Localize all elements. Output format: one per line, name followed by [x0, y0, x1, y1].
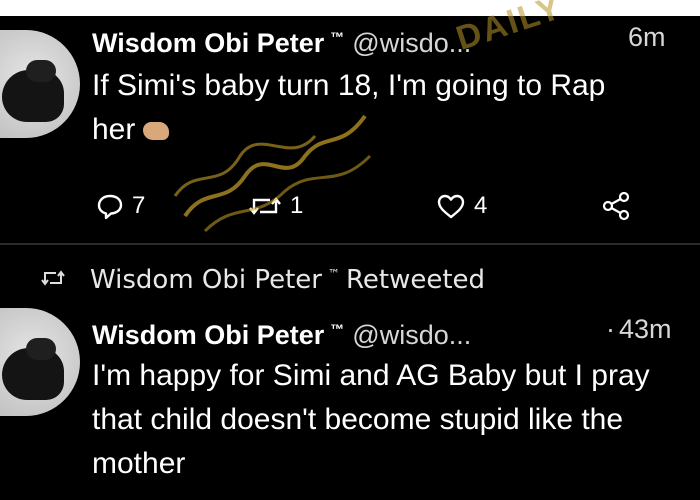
retweeted-suffix: Retweeted	[346, 265, 486, 295]
retweet-indicator: Wisdom Obi Peter ™ Retweeted	[40, 264, 485, 296]
author-name[interactable]: Wisdom Obi Peter	[92, 320, 324, 350]
avatar[interactable]	[0, 30, 80, 138]
reply-count: 7	[132, 192, 146, 219]
tweet-text: If Simi's baby turn 18, I'm going to Rap…	[92, 64, 700, 152]
tweet-card[interactable]: Wisdom Obi Peter ™ Retweeted Wisdom Obi Pe…	[0, 246, 700, 500]
top-white-strip	[0, 0, 700, 16]
author-name[interactable]: Wisdom Obi Peter	[92, 28, 324, 58]
tweet-text-line: If Simi's baby turn 18, I'm going to Rap	[92, 69, 606, 102]
reply-icon	[96, 192, 124, 220]
retweet-icon	[248, 192, 282, 220]
tweet-actions: 7 1 4	[0, 186, 700, 226]
retweet-indicator-icon	[40, 268, 66, 293]
reply-button[interactable]: 7	[96, 186, 145, 226]
retweet-button[interactable]: 1	[248, 186, 303, 226]
tweet-divider	[0, 243, 700, 245]
tweet-time[interactable]: 6m	[628, 20, 666, 54]
share-icon	[600, 190, 632, 222]
folded-hands-emoji	[143, 122, 170, 141]
trademark-badge: ™	[330, 321, 345, 337]
trademark-badge: ™	[328, 267, 340, 282]
tweet-card[interactable]: Wisdom Obi Peter ™ @wisdo... 6m If Simi's …	[0, 16, 700, 244]
like-button[interactable]: 4	[436, 186, 487, 226]
tweet-time[interactable]: · 43m	[606, 312, 672, 346]
like-icon	[436, 192, 466, 220]
retweeted-by-label[interactable]: Wisdom Obi Peter ™ Retweeted	[90, 265, 485, 295]
avatar[interactable]	[0, 308, 80, 416]
tweet-text-line: her	[92, 113, 136, 146]
retweeted-by-name[interactable]: Wisdom Obi Peter	[90, 265, 322, 295]
author-handle[interactable]: @wisdo...	[352, 320, 471, 350]
author-handle[interactable]: @wisdo...	[352, 28, 471, 58]
time-separator: ·	[606, 314, 615, 344]
tweet-header: Wisdom Obi Peter ™ @wisdo...	[92, 20, 471, 60]
like-count: 4	[474, 192, 488, 219]
tweet-time-value[interactable]: 43m	[619, 314, 672, 344]
share-button[interactable]	[600, 186, 632, 226]
retweet-count: 1	[290, 192, 304, 219]
tweet-text: I'm happy for Simi and AG Baby but I pra…	[92, 359, 650, 480]
trademark-badge: ™	[330, 29, 345, 45]
tweet-header: Wisdom Obi Peter ™ @wisdo...	[92, 312, 471, 352]
